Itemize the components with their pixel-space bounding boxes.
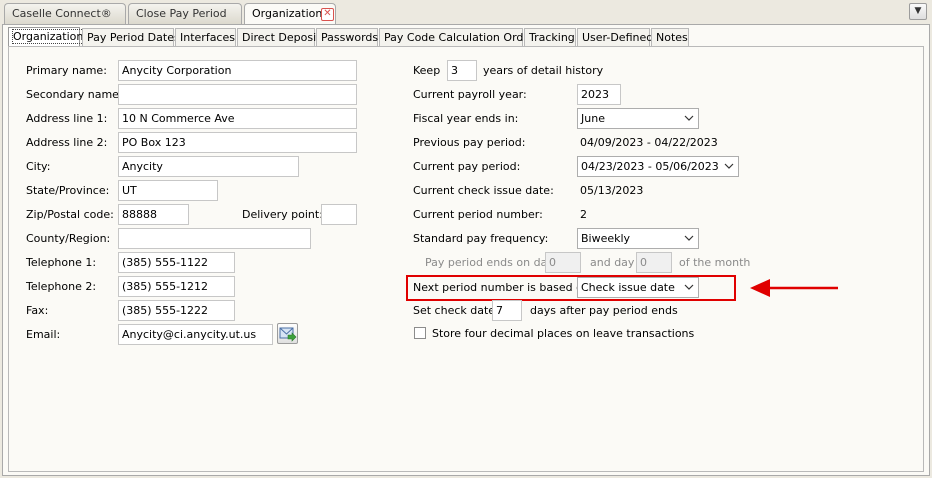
tab-menu-dropdown-icon[interactable]: ▼ (909, 3, 927, 20)
keep-label: Keep (413, 64, 441, 77)
annotation-arrow-icon (750, 279, 838, 297)
previous-pay-period-label: Previous pay period: (413, 136, 526, 149)
tab-label: User-Defined (582, 31, 654, 44)
tab-passwords[interactable]: Passwords (316, 28, 378, 46)
fiscal-year-label: Fiscal year ends in: (413, 112, 519, 125)
check-issue-date-value: 05/13/2023 (580, 184, 644, 197)
check-issue-date-label: Current check issue date: (413, 184, 554, 197)
primary-name-label: Primary name: (26, 64, 107, 77)
four-decimal-label: Store four decimal places on leave trans… (432, 327, 695, 340)
tab-organization[interactable]: Organization (8, 27, 85, 46)
send-email-button[interactable] (277, 323, 298, 344)
of-the-month-label: of the month (679, 256, 751, 269)
highlight-annotation-box (406, 275, 736, 301)
tab-label: Direct Deposit (242, 31, 321, 44)
delivery-point-input[interactable] (321, 204, 357, 225)
tab-label: Passwords (321, 31, 379, 44)
pay-frequency-select[interactable]: Biweekly (577, 228, 699, 249)
address-line-1-label: Address line 1: (26, 112, 108, 125)
doc-tab-close-pay-period[interactable]: Close Pay Period (128, 3, 242, 24)
close-icon[interactable]: ✕ (321, 8, 334, 21)
payroll-year-label: Current payroll year: (413, 88, 527, 101)
fax-label: Fax: (26, 304, 49, 317)
tab-label: Notes (656, 31, 688, 44)
tab-label: Pay Code Calculation Order (384, 31, 535, 44)
fax-input[interactable]: (385) 555-1222 (118, 300, 235, 321)
secondary-name-input[interactable] (118, 84, 357, 105)
doc-tab-organization[interactable]: Organization ✕ (244, 3, 336, 25)
period-number-label: Current period number: (413, 208, 543, 221)
keep-suffix-label: years of detail history (483, 64, 604, 77)
chevron-down-icon (724, 160, 734, 172)
tab-interfaces[interactable]: Interfaces (175, 28, 236, 46)
doc-tab-caselle-connect[interactable]: Caselle Connect® (4, 3, 126, 24)
fiscal-year-select[interactable]: June (577, 108, 699, 129)
current-pay-period-select[interactable]: 04/23/2023 - 05/06/2023 (577, 156, 739, 177)
primary-name-input[interactable]: Anycity Corporation (118, 60, 357, 81)
state-label: State/Province: (26, 184, 110, 197)
keep-years-input[interactable]: 3 (447, 60, 477, 81)
current-pay-period-value: 04/23/2023 - 05/06/2023 (581, 160, 719, 173)
four-decimal-checkbox[interactable] (414, 327, 426, 339)
county-input[interactable] (118, 228, 311, 249)
period-number-value: 2 (580, 208, 587, 221)
tab-label: Tracking (529, 31, 575, 44)
email-label: Email: (26, 328, 61, 341)
tab-user-defined[interactable]: User-Defined (577, 28, 654, 46)
doc-tab-label: Caselle Connect® (12, 7, 112, 20)
ends-on-day-input[interactable]: 0 (545, 252, 581, 273)
tab-notes[interactable]: Notes (651, 28, 689, 46)
and-day-label: and day (590, 256, 635, 269)
secondary-name-label: Secondary name: (26, 88, 123, 101)
chevron-down-icon (684, 232, 694, 244)
address-line-2-input[interactable]: PO Box 123 (118, 132, 357, 153)
set-check-date-label: Set check date (413, 304, 496, 317)
telephone-2-label: Telephone 2: (26, 280, 97, 293)
set-check-date-suffix: days after pay period ends (530, 304, 678, 317)
tab-label: Interfaces (180, 31, 235, 44)
pay-frequency-label: Standard pay frequency: (413, 232, 549, 245)
chevron-down-icon (684, 112, 694, 124)
fiscal-year-value: June (581, 112, 605, 125)
set-check-date-input[interactable]: 7 (492, 300, 522, 321)
state-input[interactable]: UT (118, 180, 218, 201)
ends-on-day-label: Pay period ends on day (425, 256, 554, 269)
delivery-point-label: Delivery point: (242, 208, 323, 221)
doc-tab-label: Organization (252, 7, 323, 20)
zip-label: Zip/Postal code: (26, 208, 114, 221)
payroll-year-input[interactable]: 2023 (577, 84, 621, 105)
email-input[interactable]: Anycity@ci.anycity.ut.us (118, 324, 273, 345)
and-day-input[interactable]: 0 (636, 252, 672, 273)
telephone-1-input[interactable]: (385) 555-1122 (118, 252, 235, 273)
zip-input[interactable]: 88888 (118, 204, 189, 225)
previous-pay-period-value: 04/09/2023 - 04/22/2023 (580, 136, 718, 149)
tab-pay-period-dates[interactable]: Pay Period Dates (82, 28, 180, 46)
tab-label: Pay Period Dates (87, 31, 180, 44)
send-email-icon (279, 327, 297, 342)
address-line-1-input[interactable]: 10 N Commerce Ave (118, 108, 357, 129)
address-line-2-label: Address line 2: (26, 136, 108, 149)
telephone-2-input[interactable]: (385) 555-1212 (118, 276, 235, 297)
tab-label: Organization (11, 29, 85, 44)
current-pay-period-label: Current pay period: (413, 160, 521, 173)
document-tab-bar: Caselle Connect® Close Pay Period Organi… (0, 0, 932, 25)
telephone-1-label: Telephone 1: (26, 256, 97, 269)
city-label: City: (26, 160, 51, 173)
city-input[interactable]: Anycity (118, 156, 299, 177)
doc-tab-label: Close Pay Period (136, 7, 227, 20)
county-label: County/Region: (26, 232, 111, 245)
tab-tracking[interactable]: Tracking (524, 28, 576, 46)
tab-direct-deposit[interactable]: Direct Deposit (237, 28, 320, 46)
pay-frequency-value: Biweekly (581, 232, 631, 245)
tab-pay-code-calculation-order[interactable]: Pay Code Calculation Order (379, 28, 535, 46)
